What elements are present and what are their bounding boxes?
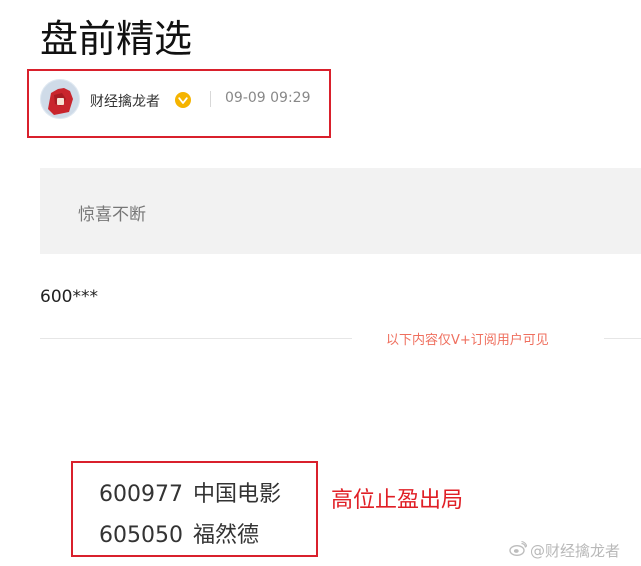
page-title: 盘前精选 [40,17,193,61]
stock-code: 600977 [99,482,183,507]
intro-block: 惊喜不断 [40,168,641,254]
meta-divider [210,91,211,107]
weibo-icon [509,540,528,560]
author-avatar[interactable] [40,79,80,119]
separator-right [604,338,641,339]
author-info-highlight: 财经擒龙者 09-09 09:29 [27,69,331,138]
separator-left [40,338,352,339]
annotation-text: 高位止盈出局 [331,488,464,513]
stock-name: 福然德 [192,523,259,548]
avatar-image [40,79,80,119]
watermark: @财经擒龙者 [509,540,620,561]
stock-code-teaser: 600*** [40,287,98,307]
stock-name: 中国电影 [192,482,281,507]
intro-text: 惊喜不断 [78,205,146,225]
author-name[interactable]: 财经擒龙者 [90,91,160,111]
watermark-text: @财经擒龙者 [530,542,621,560]
verified-badge-icon [175,92,191,108]
paywall-notice: 以下内容仅V+订阅用户可见 [386,333,549,348]
stock-row: 600977 中国电影 [99,476,281,508]
stock-row: 605050 福然德 [99,517,259,549]
post-timestamp: 09-09 09:29 [225,90,311,106]
stock-code: 605050 [99,523,183,548]
stock-list-highlight: 600977 中国电影 605050 福然德 [71,461,318,557]
